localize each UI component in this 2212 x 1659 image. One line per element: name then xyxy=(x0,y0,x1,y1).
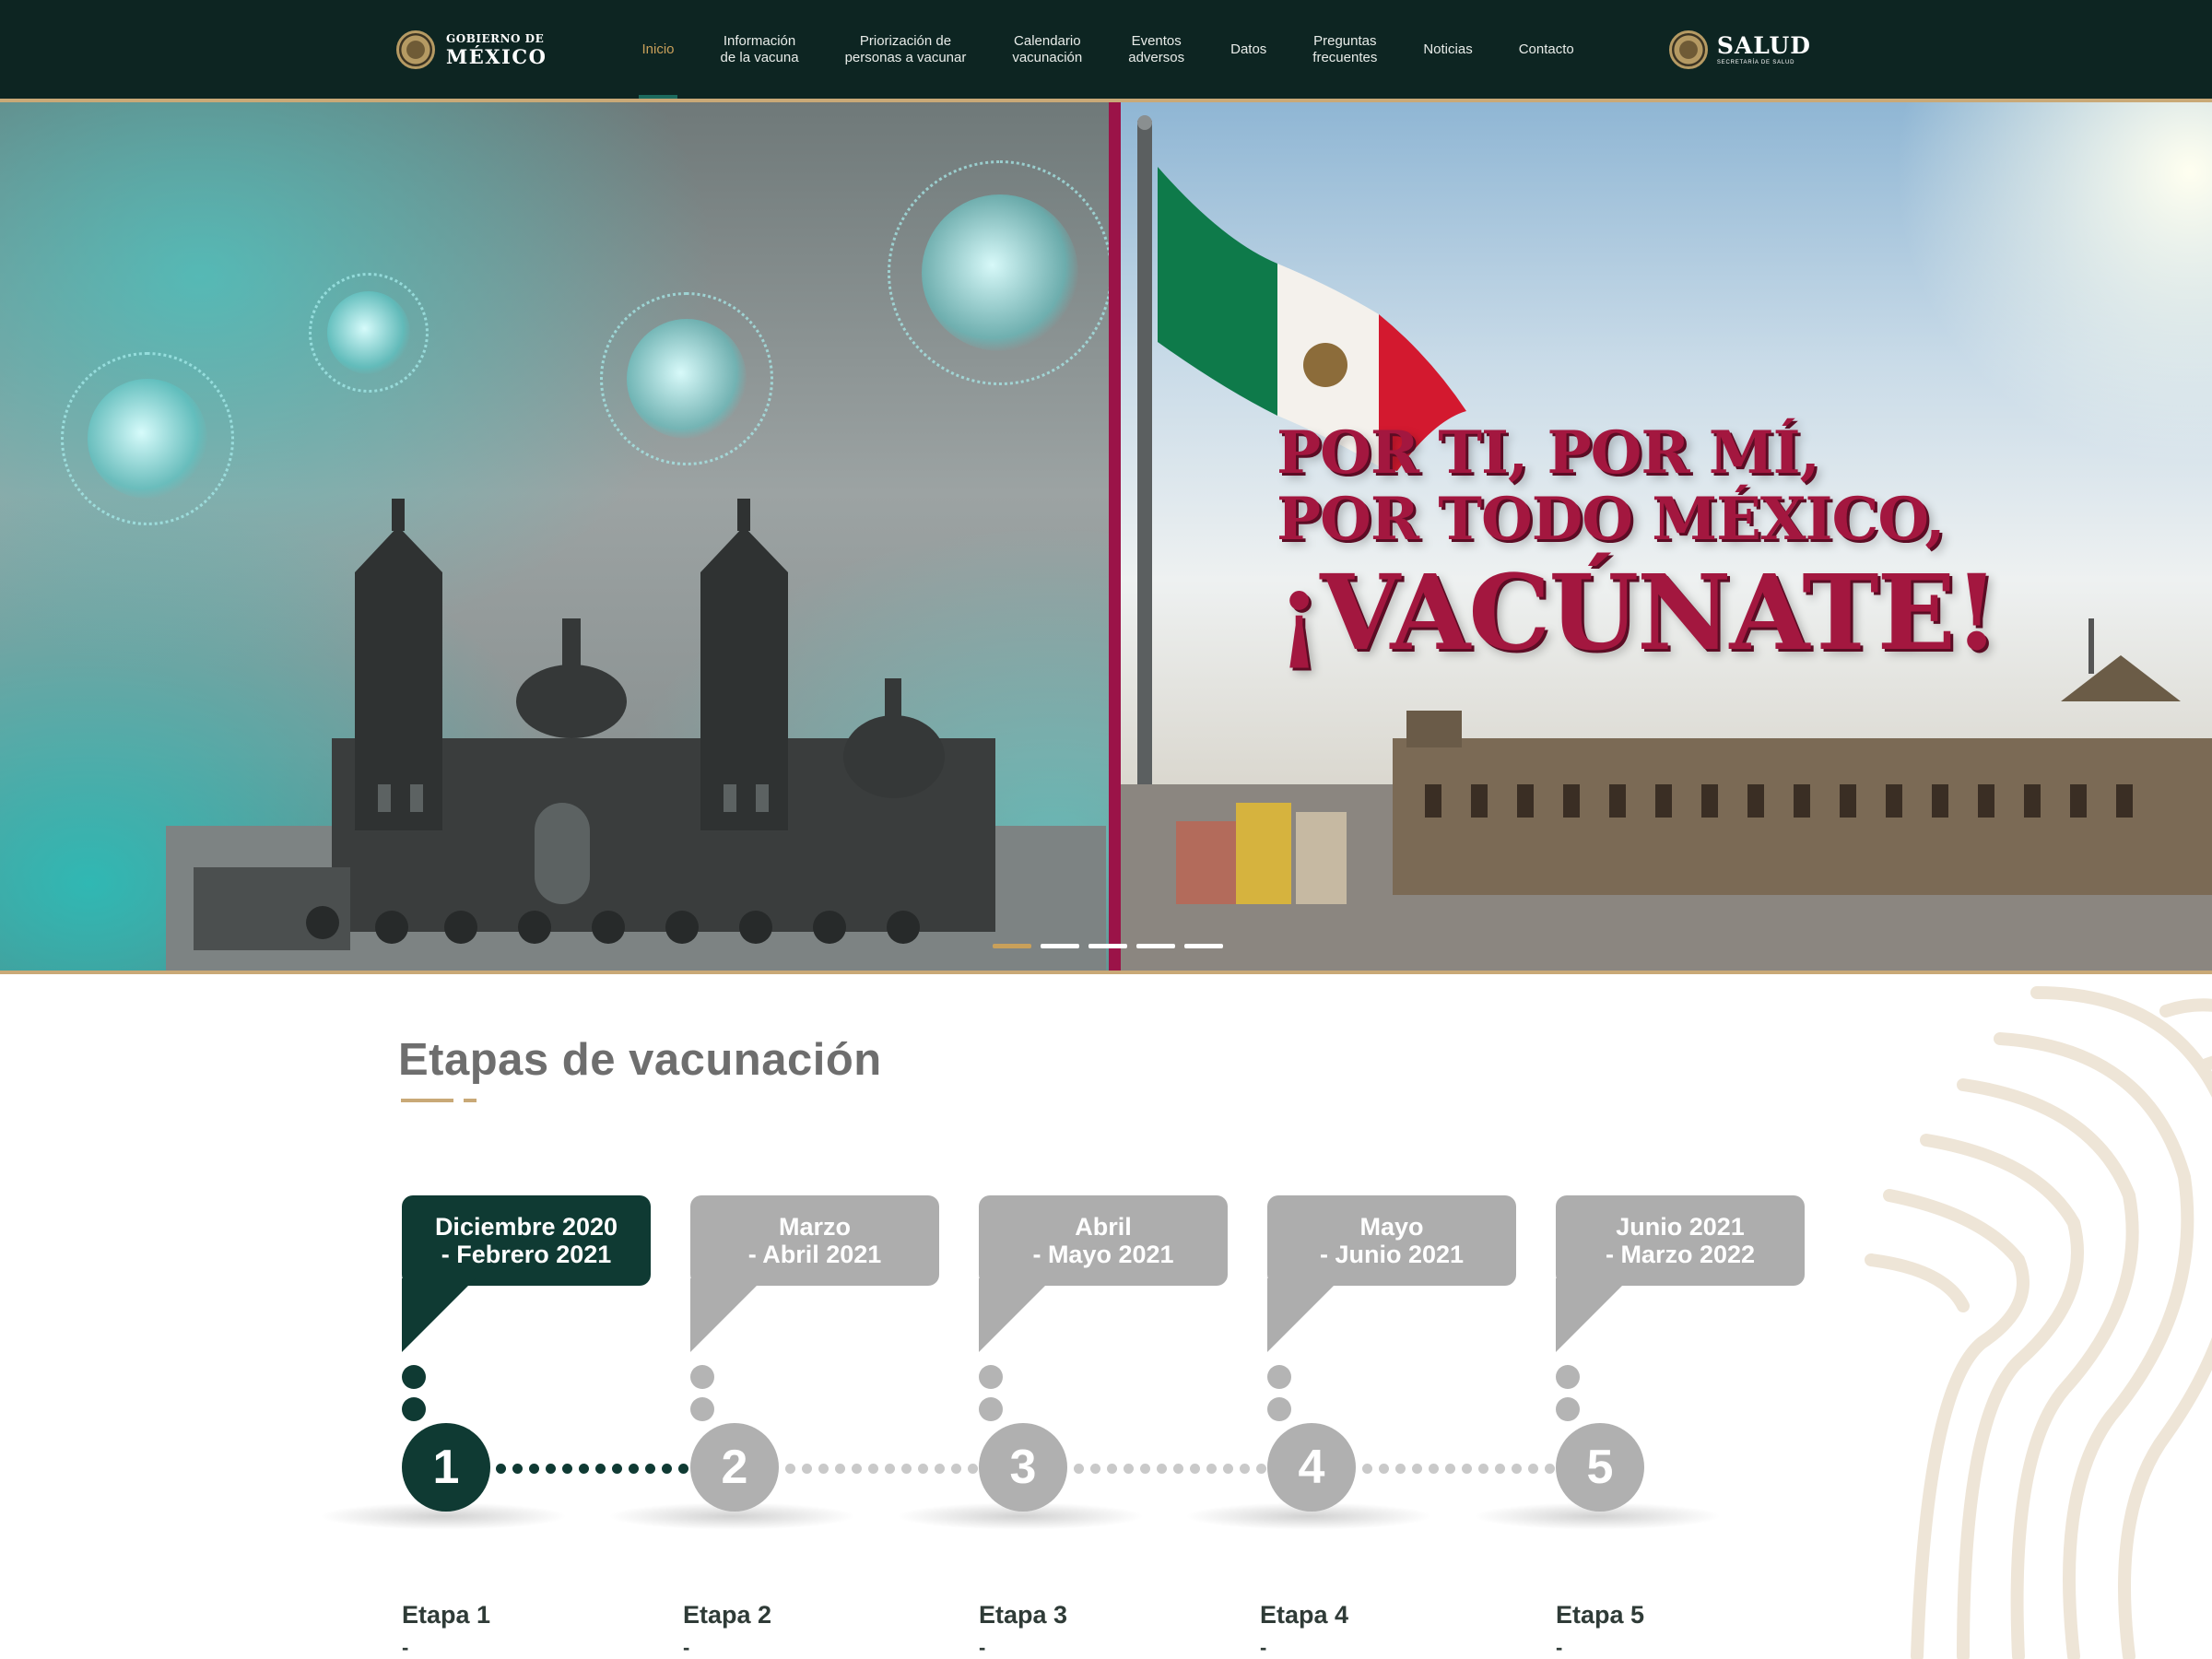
stage-4-period[interactable]: Mayo - Junio 2021 xyxy=(1267,1195,1516,1286)
stage-4: Mayo - Junio 2021 4 Etapa 4 - xyxy=(1184,974,1516,1659)
menu-item-calendario[interactable]: Calendario vacunación xyxy=(989,0,1105,100)
stage-1: Diciembre 2020 - Febrero 2021 1 Etapa 1 … xyxy=(319,974,651,1659)
stage-2-bubble-tail xyxy=(690,1278,764,1352)
vaccination-stages-section: Etapas de vacunación Diciembre 2020 - Fe… xyxy=(0,974,2212,1659)
timeline-connector-1-2 xyxy=(496,1464,688,1474)
stage-1-number[interactable]: 1 xyxy=(402,1423,490,1512)
coat-of-arms-icon xyxy=(396,30,435,69)
carousel-dot-3[interactable] xyxy=(1088,944,1127,948)
stage-3-dot-upper xyxy=(979,1365,1003,1389)
stage-5-period[interactable]: Junio 2021 - Marzo 2022 xyxy=(1556,1195,1805,1286)
stage-5-period-line2: - Marzo 2022 xyxy=(1605,1241,1756,1268)
stage-4-bubble-tail xyxy=(1267,1278,1341,1352)
hero-carousel: POR TI, POR MÍ, POR TODO MÉXICO, ¡VACÚNA… xyxy=(0,102,2212,971)
stage-3: Abril - Mayo 2021 3 Etapa 3 - xyxy=(896,974,1228,1659)
stage-5-dot-upper xyxy=(1556,1365,1580,1389)
carousel-indicators xyxy=(993,944,1223,948)
stage-3-number[interactable]: 3 xyxy=(979,1423,1067,1512)
stage-1-dot-lower xyxy=(402,1397,426,1421)
navbar-inner: GOBIERNO DE MÉXICO Inicio Información de… xyxy=(396,0,1811,100)
stage-5-bubble-tail xyxy=(1556,1278,1630,1352)
stage-1-period[interactable]: Diciembre 2020 - Febrero 2021 xyxy=(402,1195,651,1286)
menu-item-eventos-adversos[interactable]: Eventos adversos xyxy=(1105,0,1207,100)
slogan-vacunate: ¡VACÚNATE! xyxy=(1277,553,1999,674)
stage-1-dash: - xyxy=(402,1636,409,1659)
gobierno-logo-line2: MÉXICO xyxy=(446,45,547,68)
stage-3-dot-lower xyxy=(979,1397,1003,1421)
salud-logo-line1: SALUD xyxy=(1716,32,1811,59)
stage-4-label: Etapa 4 xyxy=(1260,1601,1349,1629)
stage-3-dash: - xyxy=(979,1636,986,1659)
stage-2-dash: - xyxy=(683,1636,690,1659)
gobierno-logo-line1: GOBIERNO DE xyxy=(446,32,545,45)
timeline-connector-2-3 xyxy=(785,1464,978,1474)
stage-1-period-line2: - Febrero 2021 xyxy=(441,1241,612,1268)
stage-1-label: Etapa 1 xyxy=(402,1601,491,1629)
stage-1-dot-upper xyxy=(402,1365,426,1389)
virus-icon xyxy=(309,273,429,393)
stage-2: Marzo - Abril 2021 2 Etapa 2 - xyxy=(607,974,939,1659)
menu-item-priorizacion[interactable]: Priorización de personas a vacunar xyxy=(822,0,990,100)
carousel-dot-1[interactable] xyxy=(993,944,1031,948)
slogan-line-1: POR TI, POR MÍ, xyxy=(1277,418,1820,488)
top-navbar: GOBIERNO DE MÉXICO Inicio Información de… xyxy=(0,0,2212,102)
gobierno-mexico-logo[interactable]: GOBIERNO DE MÉXICO xyxy=(396,30,547,69)
hero-slogan: POR TI, POR MÍ, POR TODO MÉXICO, ¡VACÚNA… xyxy=(1277,420,2106,671)
stage-2-label: Etapa 2 xyxy=(683,1601,772,1629)
stage-5-label: Etapa 5 xyxy=(1556,1601,1645,1629)
menu-item-informacion-vacuna[interactable]: Información de la vacuna xyxy=(698,0,822,100)
menu-item-contacto[interactable]: Contacto xyxy=(1496,0,1597,100)
carousel-dot-2[interactable] xyxy=(1041,944,1079,948)
stage-5-dash: - xyxy=(1556,1636,1563,1659)
gobierno-logo-text: GOBIERNO DE MÉXICO xyxy=(446,33,547,66)
stage-4-number[interactable]: 4 xyxy=(1267,1423,1356,1512)
menu-item-preguntas[interactable]: Preguntas frecuentes xyxy=(1289,0,1400,100)
cathedral-silhouette xyxy=(166,499,1106,971)
virus-icon xyxy=(600,292,773,465)
stage-5: Junio 2021 - Marzo 2022 5 Etapa 5 - xyxy=(1473,974,1805,1659)
virus-icon xyxy=(887,159,1113,386)
carousel-dot-5[interactable] xyxy=(1184,944,1223,948)
stage-3-period-line1: Abril xyxy=(1075,1213,1132,1241)
stage-2-dot-lower xyxy=(690,1397,714,1421)
hero-image-cathedral xyxy=(0,102,1113,971)
salud-logo-line2: SECRETARÍA DE SALUD xyxy=(1716,60,1795,65)
coat-of-arms-icon xyxy=(1668,30,1708,69)
menu-item-datos[interactable]: Datos xyxy=(1207,0,1289,100)
stage-3-period-line2: - Mayo 2021 xyxy=(1032,1241,1174,1268)
stage-5-period-line1: Junio 2021 xyxy=(1616,1213,1745,1241)
hero-divider-bar xyxy=(1109,102,1121,971)
carousel-dot-4[interactable] xyxy=(1136,944,1175,948)
stage-4-period-line2: - Junio 2021 xyxy=(1319,1241,1465,1268)
menu-item-noticias[interactable]: Noticias xyxy=(1400,0,1495,100)
stage-2-period[interactable]: Marzo - Abril 2021 xyxy=(690,1195,939,1286)
stage-3-period[interactable]: Abril - Mayo 2021 xyxy=(979,1195,1228,1286)
stage-4-dot-upper xyxy=(1267,1365,1291,1389)
stage-2-period-line2: - Abril 2021 xyxy=(747,1241,882,1268)
stage-2-period-line1: Marzo xyxy=(778,1213,851,1241)
stage-5-dot-lower xyxy=(1556,1397,1580,1421)
stage-1-period-line1: Diciembre 2020 xyxy=(434,1213,618,1241)
timeline-connector-4-5 xyxy=(1362,1464,1555,1474)
timeline-connector-3-4 xyxy=(1074,1464,1266,1474)
stage-4-period-line1: Mayo xyxy=(1359,1213,1424,1241)
stage-4-dash: - xyxy=(1260,1636,1267,1659)
salud-logo-text: SALUD SECRETARÍA DE SALUD xyxy=(1717,34,1811,65)
main-menu: Inicio Información de la vacuna Prioriza… xyxy=(618,0,1596,100)
slogan-line-2: POR TODO MÉXICO, xyxy=(1277,485,1946,554)
menu-item-inicio[interactable]: Inicio xyxy=(618,0,697,100)
stage-5-number[interactable]: 5 xyxy=(1556,1423,1644,1512)
stage-3-label: Etapa 3 xyxy=(979,1601,1068,1629)
salud-logo[interactable]: SALUD SECRETARÍA DE SALUD xyxy=(1668,30,1811,69)
stage-3-bubble-tail xyxy=(979,1278,1053,1352)
stage-2-number[interactable]: 2 xyxy=(690,1423,779,1512)
stage-4-dot-lower xyxy=(1267,1397,1291,1421)
stage-1-bubble-tail xyxy=(402,1278,476,1352)
stage-2-dot-upper xyxy=(690,1365,714,1389)
